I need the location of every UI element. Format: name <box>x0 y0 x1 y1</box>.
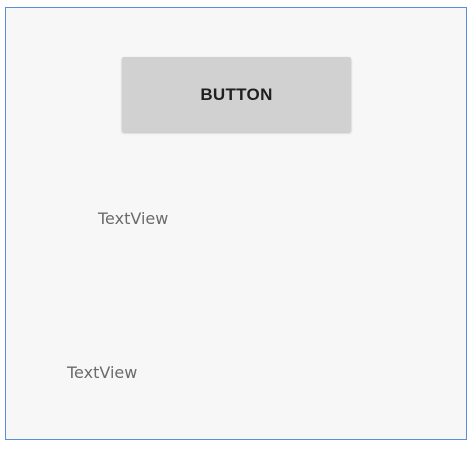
layout-preview-frame: BUTTON TextView TextView <box>5 7 467 440</box>
textview-2[interactable]: TextView <box>67 363 137 382</box>
button-label: BUTTON <box>200 84 273 104</box>
textview-1[interactable]: TextView <box>98 209 168 228</box>
button-widget[interactable]: BUTTON <box>122 57 351 132</box>
